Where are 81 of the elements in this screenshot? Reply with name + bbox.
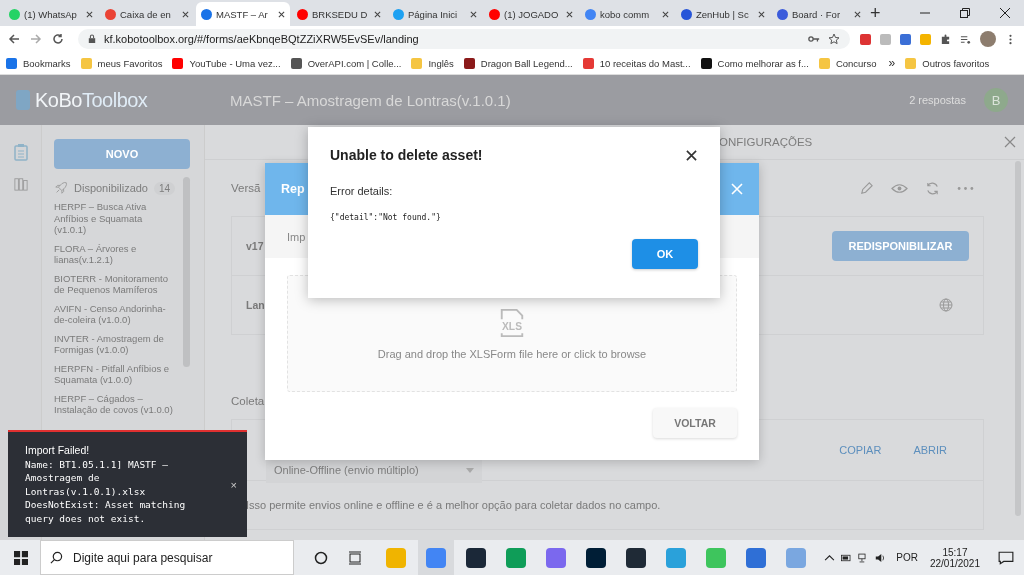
toast-message: Name: BT1.05.1.1] MASTF – <box>25 457 169 471</box>
browser-tab[interactable]: (1) WhatsAp <box>4 2 98 26</box>
notification-icon[interactable] <box>998 550 1014 565</box>
rocket-icon <box>54 181 68 195</box>
browser-tab[interactable]: BRKSEDU D <box>292 2 386 26</box>
close-icon[interactable] <box>566 10 573 18</box>
toast-message: Amostragem de <box>25 471 101 485</box>
browser-tab[interactable]: Caixa de en <box>100 2 194 26</box>
speaker-icon[interactable] <box>875 552 887 563</box>
toast-message: query does not exist. <box>25 511 147 525</box>
close-icon[interactable] <box>374 10 381 18</box>
back-icon[interactable] <box>8 33 20 45</box>
close-icon[interactable] <box>470 10 477 18</box>
bookmark-link[interactable]: meus Favoritos <box>80 57 163 69</box>
language-indicator[interactable]: POR <box>896 552 918 563</box>
bookmark-link[interactable]: OverAPI.com | Colle... <box>290 57 402 69</box>
bookmark-link[interactable]: YouTube - Uma vez... <box>172 57 281 69</box>
address-bar[interactable]: kf.kobotoolbox.org/#/forms/aeKbnqeBQtZZiXRW5EvSEv/landing <box>78 29 850 49</box>
form-title: MASTF – Amostragem de Lontras(v.1.0.1) <box>230 91 511 109</box>
row-label: v17 <box>246 240 264 252</box>
bookmark-link[interactable]: Como melhorar as f... <box>700 57 809 69</box>
close-icon[interactable] <box>86 10 93 18</box>
toast-message: Lontras(v.1.0.1).xlsx <box>25 484 147 498</box>
extension-icon[interactable] <box>860 33 871 45</box>
bookmark-folder[interactable]: Outros favoritos <box>905 57 990 69</box>
battery-icon[interactable] <box>841 552 853 563</box>
playlist-icon[interactable] <box>960 33 971 45</box>
reload-icon[interactable] <box>52 33 64 45</box>
star-icon[interactable] <box>828 33 840 45</box>
close-icon[interactable] <box>182 10 189 18</box>
task-view-icon[interactable] <box>348 550 362 565</box>
toast-message: DoesNotExist: Asset matching <box>25 498 187 512</box>
bookmark-link[interactable]: Inglês <box>411 57 454 69</box>
back-button[interactable]: VOLTAR <box>653 408 737 438</box>
profile-avatar[interactable] <box>980 31 996 47</box>
close-icon[interactable] <box>758 10 765 18</box>
restore-icon[interactable] <box>960 8 970 18</box>
lock-icon[interactable] <box>88 34 96 44</box>
caret-icon <box>466 467 474 473</box>
count-badge: 14 <box>154 181 176 195</box>
browser-tab[interactable]: MASTF – Ar <box>196 2 290 26</box>
row-label: Lan <box>246 299 265 311</box>
section-heading: Versã <box>231 182 261 194</box>
browser-tab[interactable]: kobo comm <box>580 2 674 26</box>
bookmark-link[interactable]: Dragon Ball Legend... <box>463 57 573 69</box>
browser-tab[interactable]: (1) JOGADO <box>484 2 578 26</box>
browser-tab[interactable]: Página Inici <box>388 2 482 26</box>
windows-icon[interactable] <box>14 550 28 565</box>
browser-tab[interactable]: Board · For <box>772 2 866 26</box>
dialog-title: Rep <box>281 182 305 196</box>
close-icon[interactable] <box>278 10 285 18</box>
alert-title: Unable to delete asset! <box>330 147 483 163</box>
clipboard-icon[interactable] <box>13 143 28 161</box>
error-label: Error details: <box>330 185 394 197</box>
cortana-icon[interactable] <box>314 550 328 565</box>
close-icon[interactable] <box>1000 8 1010 18</box>
bookmark-link[interactable]: 10 receitas do Mast... <box>582 57 691 69</box>
close-icon[interactable] <box>854 10 861 18</box>
logo-icon <box>16 90 30 110</box>
new-tab-button[interactable]: + <box>870 2 881 24</box>
toast-title: Import Failed! <box>25 444 91 458</box>
close-icon[interactable] <box>662 10 669 18</box>
responses-count: 2 respostas <box>909 94 966 106</box>
bookmark-link[interactable]: Concurso <box>818 57 877 69</box>
search-field[interactable]: Digite aqui para pesquisar <box>40 540 294 575</box>
dialog-text: Imp <box>287 230 306 243</box>
puzzle-icon[interactable] <box>940 33 951 45</box>
more-bookmarks-button[interactable]: » <box>888 56 896 70</box>
key-icon[interactable] <box>808 33 820 45</box>
close-icon[interactable] <box>686 149 697 161</box>
folder-icon <box>905 57 917 69</box>
error-details: {"detail":"Not found."} <box>330 213 442 222</box>
help-text: Isso permite envios online e offline e é a melhor opção para coletar dados no campo. <box>246 499 661 511</box>
clock[interactable]: 15:17 22/01/2021 <box>929 546 980 569</box>
chevron-up-icon[interactable] <box>824 552 836 563</box>
close-button[interactable]: × <box>230 478 237 491</box>
extension-icon[interactable] <box>900 33 911 45</box>
section-heading: Coleta <box>231 395 266 407</box>
browser-tab[interactable]: ZenHub | Sc <box>676 2 770 26</box>
logo-text: KoBoToolbox <box>35 88 148 112</box>
bookmark-link[interactable]: Bookmarks <box>6 57 71 69</box>
